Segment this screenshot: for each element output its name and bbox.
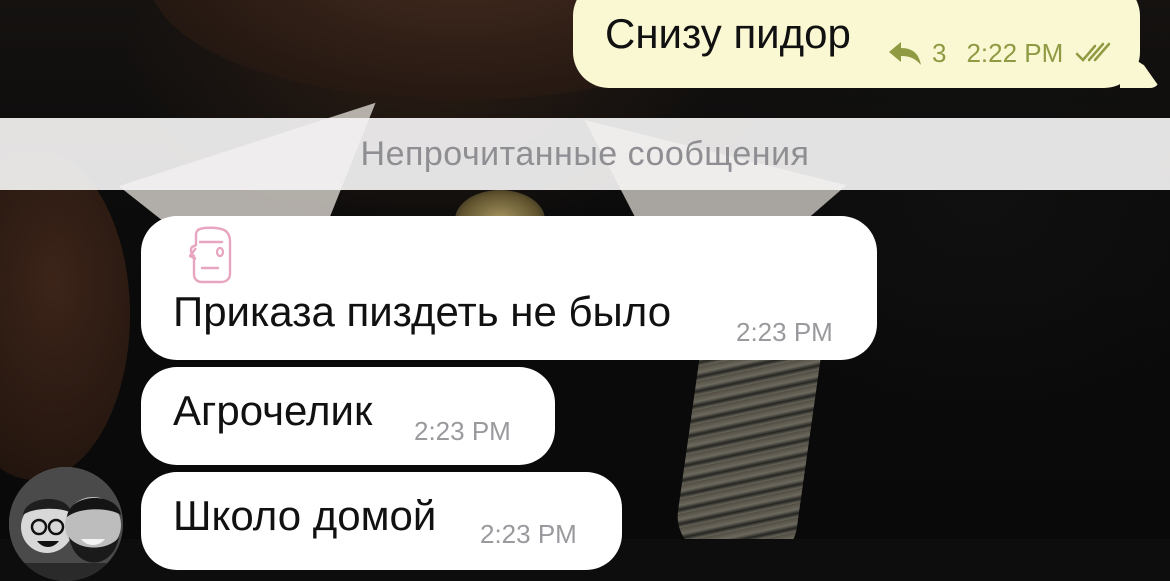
moai-sticker-icon [188, 226, 234, 284]
outgoing-message-meta: 3 2:22 PM [888, 36, 1113, 70]
reply-count[interactable]: 3 [932, 38, 946, 69]
reply-icon[interactable] [888, 40, 922, 66]
unread-messages-label: Непрочитанные сообщения [360, 134, 810, 173]
sender-avatar[interactable] [9, 467, 123, 581]
outgoing-message-text: Снизу пидор [605, 10, 851, 57]
incoming-message-time: 2:23 PM [736, 317, 833, 347]
incoming-message-text: Приказа пиздеть не было [173, 288, 672, 335]
wallpaper-hand-shape [0, 150, 130, 480]
unread-messages-divider: Непрочитанные сообщения [0, 118, 1170, 190]
incoming-message-text: Школо домой [173, 492, 437, 539]
incoming-message-text: Агрочелик [173, 387, 373, 434]
incoming-message-time: 2:23 PM [480, 519, 577, 549]
incoming-message-time: 2:23 PM [414, 416, 511, 446]
outgoing-message-time: 2:22 PM [966, 37, 1064, 68]
double-check-icon [1075, 41, 1113, 65]
